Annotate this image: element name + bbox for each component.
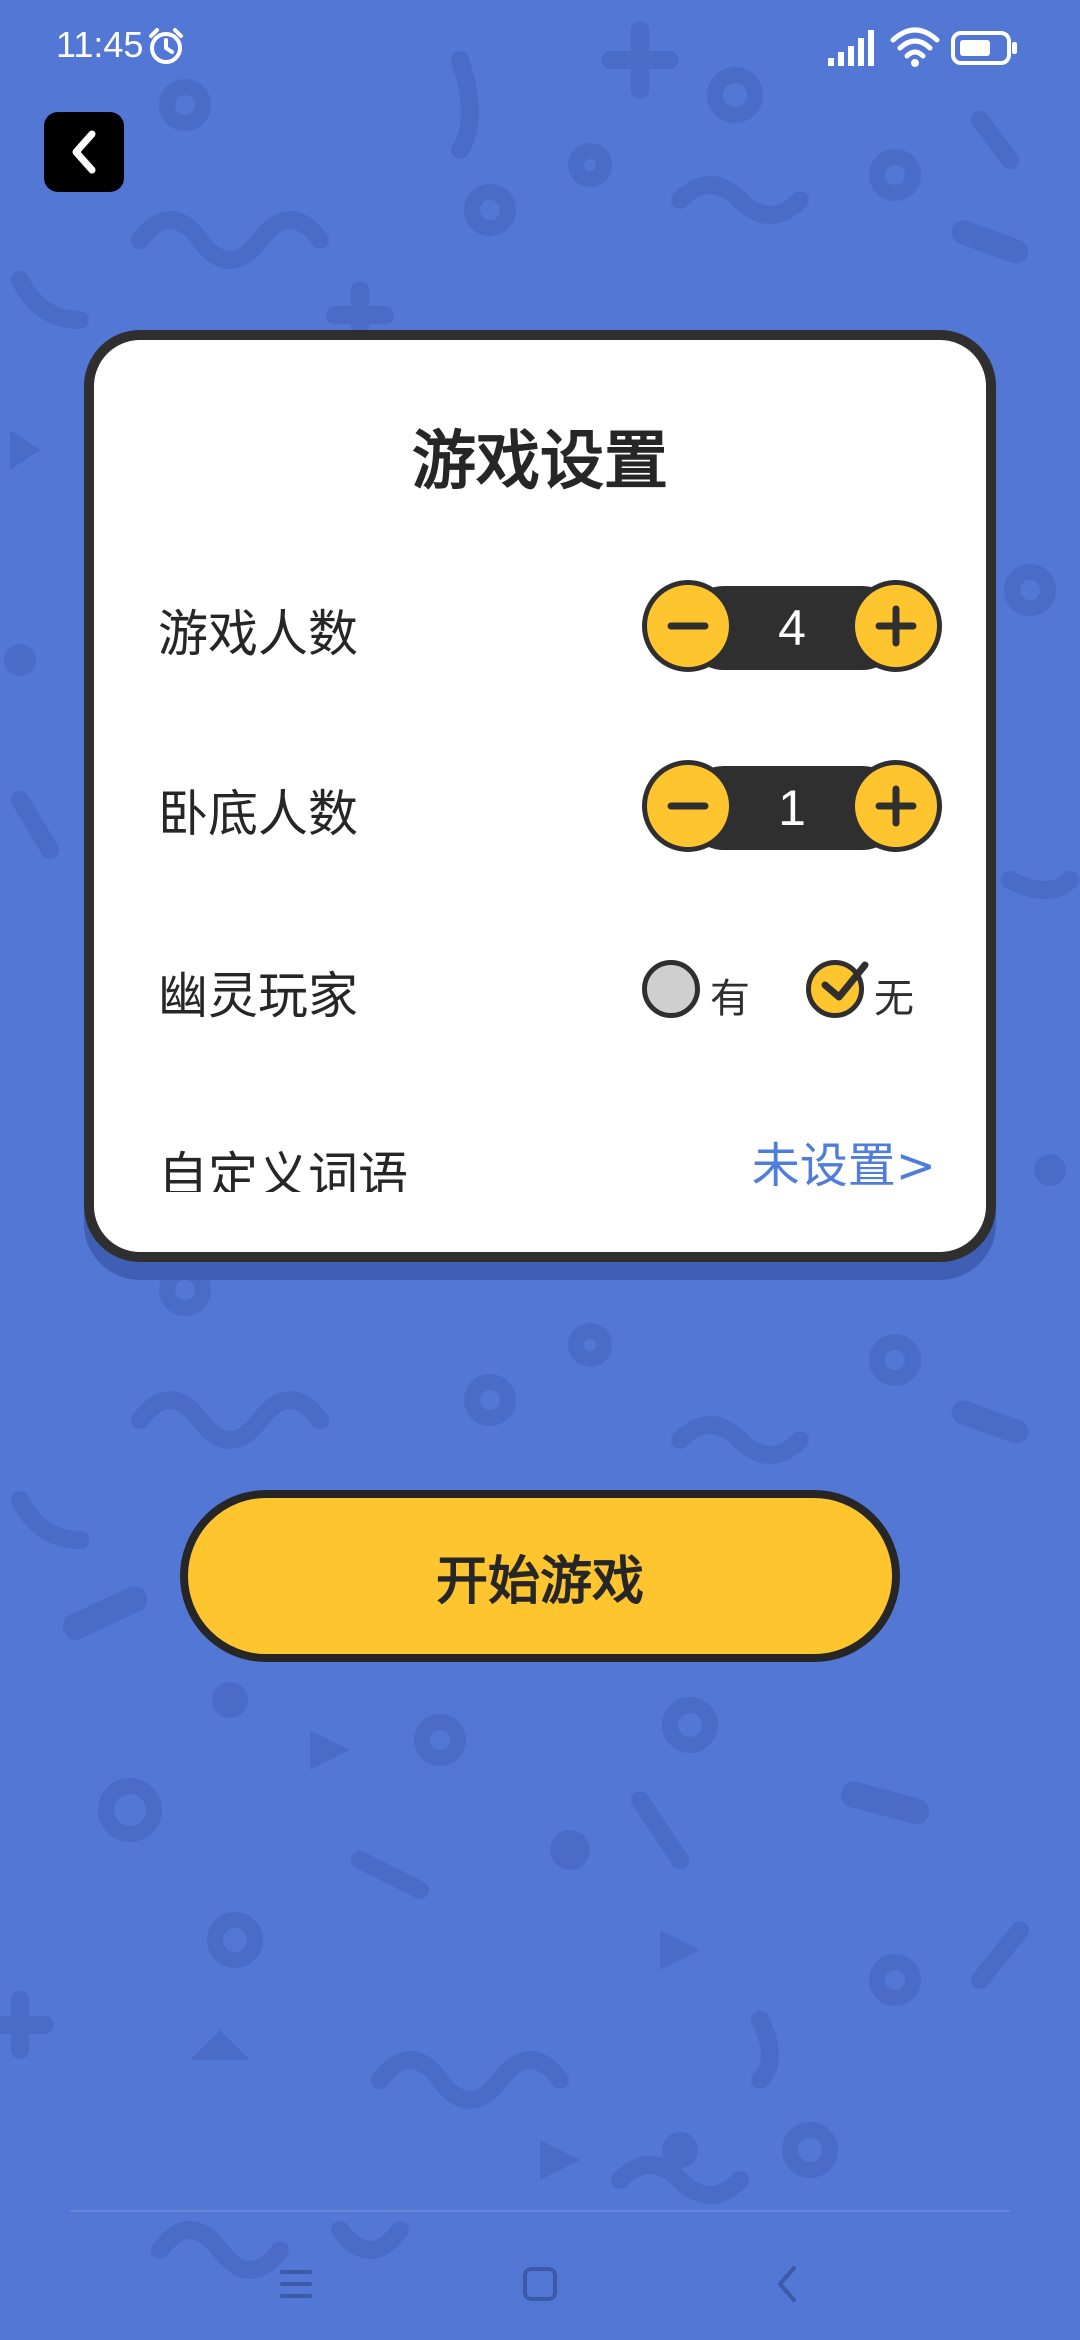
- player-count-stepper: 4: [642, 580, 944, 676]
- undercover-count-increment-button[interactable]: [850, 760, 942, 852]
- wifi-icon: [890, 27, 940, 67]
- player-count-label: 游戏人数: [158, 605, 358, 663]
- undercover-count-value: 1: [778, 780, 806, 836]
- radio-checked: [806, 960, 869, 1018]
- alarm-clock-icon: [149, 28, 183, 64]
- back-button[interactable]: [44, 112, 124, 192]
- minus-icon: [667, 622, 709, 630]
- system-nav-bar: [0, 2210, 1080, 2340]
- nav-divider: [70, 2210, 1010, 2212]
- undercover-count-decrement-button[interactable]: [642, 760, 734, 852]
- ghost-player-option-label: 有: [710, 976, 750, 1022]
- settings-card: 游戏设置 游戏人数 4 卧底人数 1 幽灵玩家 有 无 自定义词语 未设置>: [84, 330, 996, 1262]
- player-count-increment-button[interactable]: [850, 580, 942, 672]
- status-bar: 11:45: [0, 0, 1080, 96]
- player-count-value: 4: [778, 600, 806, 656]
- signal-icon: [828, 30, 874, 66]
- ghost-player-option-label: 无: [874, 976, 914, 1022]
- minus-icon: [667, 802, 709, 810]
- radio-unchecked: [642, 960, 700, 1018]
- ghost-player-label: 幽灵玩家: [158, 967, 358, 1025]
- card-title: 游戏设置: [412, 425, 668, 499]
- plus-icon: [875, 605, 917, 647]
- chevron-left-icon: [72, 130, 96, 174]
- battery-icon: [951, 31, 1017, 65]
- back-nav-icon[interactable]: [758, 2254, 818, 2314]
- home-icon[interactable]: [510, 2254, 570, 2314]
- menu-icon[interactable]: [266, 2254, 326, 2314]
- game-settings-screen: 11:45 游戏设置 游戏人数 4 卧底人数 1 幽灵玩家 有 无 自定义词语 …: [0, 0, 1080, 2340]
- custom-words-label: 自定义词语: [158, 1147, 408, 1192]
- ghost-player-radio-group: 有 无: [642, 956, 942, 1026]
- player-count-decrement-button[interactable]: [642, 580, 734, 672]
- start-game-label: 开始游戏: [435, 1551, 644, 1612]
- plus-icon: [875, 785, 917, 827]
- custom-words-link[interactable]: 未设置>: [752, 1126, 936, 1186]
- start-game-button[interactable]: 开始游戏: [180, 1490, 900, 1662]
- status-time: 11:45: [56, 24, 144, 65]
- undercover-count-label: 卧底人数: [158, 785, 358, 843]
- checkmark-icon: [821, 961, 869, 1001]
- undercover-count-stepper: 1: [642, 760, 944, 856]
